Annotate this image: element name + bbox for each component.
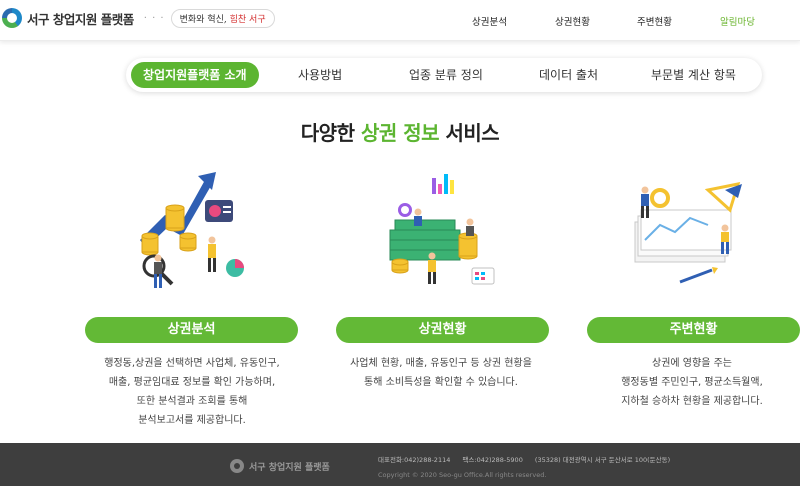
footer-contact: 대표전화:042)288-2114 팩스:042)288-5900 (35328… bbox=[378, 454, 680, 464]
desc-line: 지하철 승하차 현황을 제공합니다. bbox=[621, 396, 763, 407]
logo-icon bbox=[2, 8, 22, 28]
desc-line: 행정동별 주민인구, 평균소득월액, bbox=[621, 377, 763, 388]
card-title-status[interactable]: 상권현황 bbox=[336, 317, 549, 343]
card-desc-surroundings: 상권에 영향을 주는 행정동별 주민인구, 평균소득월액, 지하철 승하차 현황… bbox=[562, 354, 800, 411]
tab-platform-intro[interactable]: 창업지원플랫폼 소개 bbox=[131, 62, 259, 88]
section-headline: 다양한 상권 정보 서비스 bbox=[0, 117, 800, 146]
headline-suffix: 서비스 bbox=[445, 121, 500, 145]
nav-market-analysis[interactable]: 상권분석 bbox=[472, 14, 507, 28]
desc-line: 행정동,상권을 선택하면 사업체, 유동인구, bbox=[104, 358, 280, 369]
nav-market-status[interactable]: 상권현황 bbox=[555, 14, 590, 28]
footer-phone: 대표전화:042)288-2114 bbox=[378, 456, 451, 464]
nav-surroundings[interactable]: 주변현황 bbox=[637, 14, 672, 28]
footer-fax: 팩스:042)288-5900 bbox=[462, 456, 523, 464]
footer-logo: 서구 창업지원 플랫폼 bbox=[230, 459, 330, 473]
nav-notices[interactable]: 알림마당 bbox=[720, 14, 755, 28]
card-title-surroundings[interactable]: 주변현황 bbox=[587, 317, 800, 343]
money-stats-illustration bbox=[389, 174, 495, 285]
card-title-analysis[interactable]: 상권분석 bbox=[85, 317, 298, 343]
desc-line: 통해 소비특성을 확인할 수 있습니다. bbox=[364, 377, 518, 388]
footer-logo-text: 서구 창업지원 플랫폼 bbox=[249, 462, 330, 473]
slogan-part1: 변화와 혁신, bbox=[179, 14, 227, 25]
footer-copyright: Copyright © 2020 Seo-gu Office.All right… bbox=[378, 471, 547, 479]
documents-charts-illustration bbox=[634, 182, 742, 284]
top-header: 서구 창업지원 플랫폼 · · · 변화와 혁신, 힘찬 서구 상권분석 상권현… bbox=[0, 0, 800, 41]
tab-usage[interactable]: 사용방법 bbox=[298, 58, 342, 92]
tab-data-source[interactable]: 데이터 출처 bbox=[539, 58, 598, 92]
site-logo[interactable]: 서구 창업지원 플랫폼 · · · 변화와 혁신, 힘찬 서구 bbox=[2, 8, 275, 28]
card-desc-analysis: 행정동,상권을 선택하면 사업체, 유동인구, 매출, 평균임대료 정보를 확인… bbox=[62, 354, 322, 430]
desc-line: 사업체 현황, 매출, 유동인구 등 상권 현황을 bbox=[350, 358, 532, 369]
tab-category-definition[interactable]: 업종 분류 정의 bbox=[409, 58, 483, 92]
desc-line: 매출, 평균임대료 정보를 확인 가능하며, bbox=[108, 377, 276, 388]
slogan-badge: 변화와 혁신, 힘찬 서구 bbox=[170, 8, 275, 28]
footer-logo-icon bbox=[230, 459, 244, 473]
desc-line: 분석보고서를 제공합니다. bbox=[138, 415, 246, 426]
desc-line: 또한 분석결과 조회를 통해 bbox=[136, 396, 248, 407]
logo-dots: · · · bbox=[143, 12, 165, 24]
headline-highlight: 상권 정보 bbox=[360, 121, 440, 145]
info-tabs: 창업지원플랫폼 소개 사용방법 업종 분류 정의 데이터 출처 부문별 계산 항… bbox=[126, 58, 762, 92]
card-desc-status: 사업체 현황, 매출, 유동인구 등 상권 현황을 통해 소비특성을 확인할 수… bbox=[311, 354, 571, 392]
headline-prefix: 다양한 bbox=[300, 121, 355, 145]
chart-analysis-illustration bbox=[140, 172, 244, 288]
footer-address: (35328) 대전광역시 서구 둔산서로 100(둔산동) bbox=[534, 456, 671, 464]
logo-text: 서구 창업지원 플랫폼 bbox=[27, 11, 134, 27]
site-footer: 서구 창업지원 플랫폼 대표전화:042)288-2114 팩스:042)288… bbox=[0, 443, 800, 486]
desc-line: 상권에 영향을 주는 bbox=[652, 358, 732, 369]
tab-calculation-items[interactable]: 부문별 계산 항목 bbox=[651, 58, 736, 92]
slogan-part2: 힘찬 서구 bbox=[229, 14, 266, 25]
